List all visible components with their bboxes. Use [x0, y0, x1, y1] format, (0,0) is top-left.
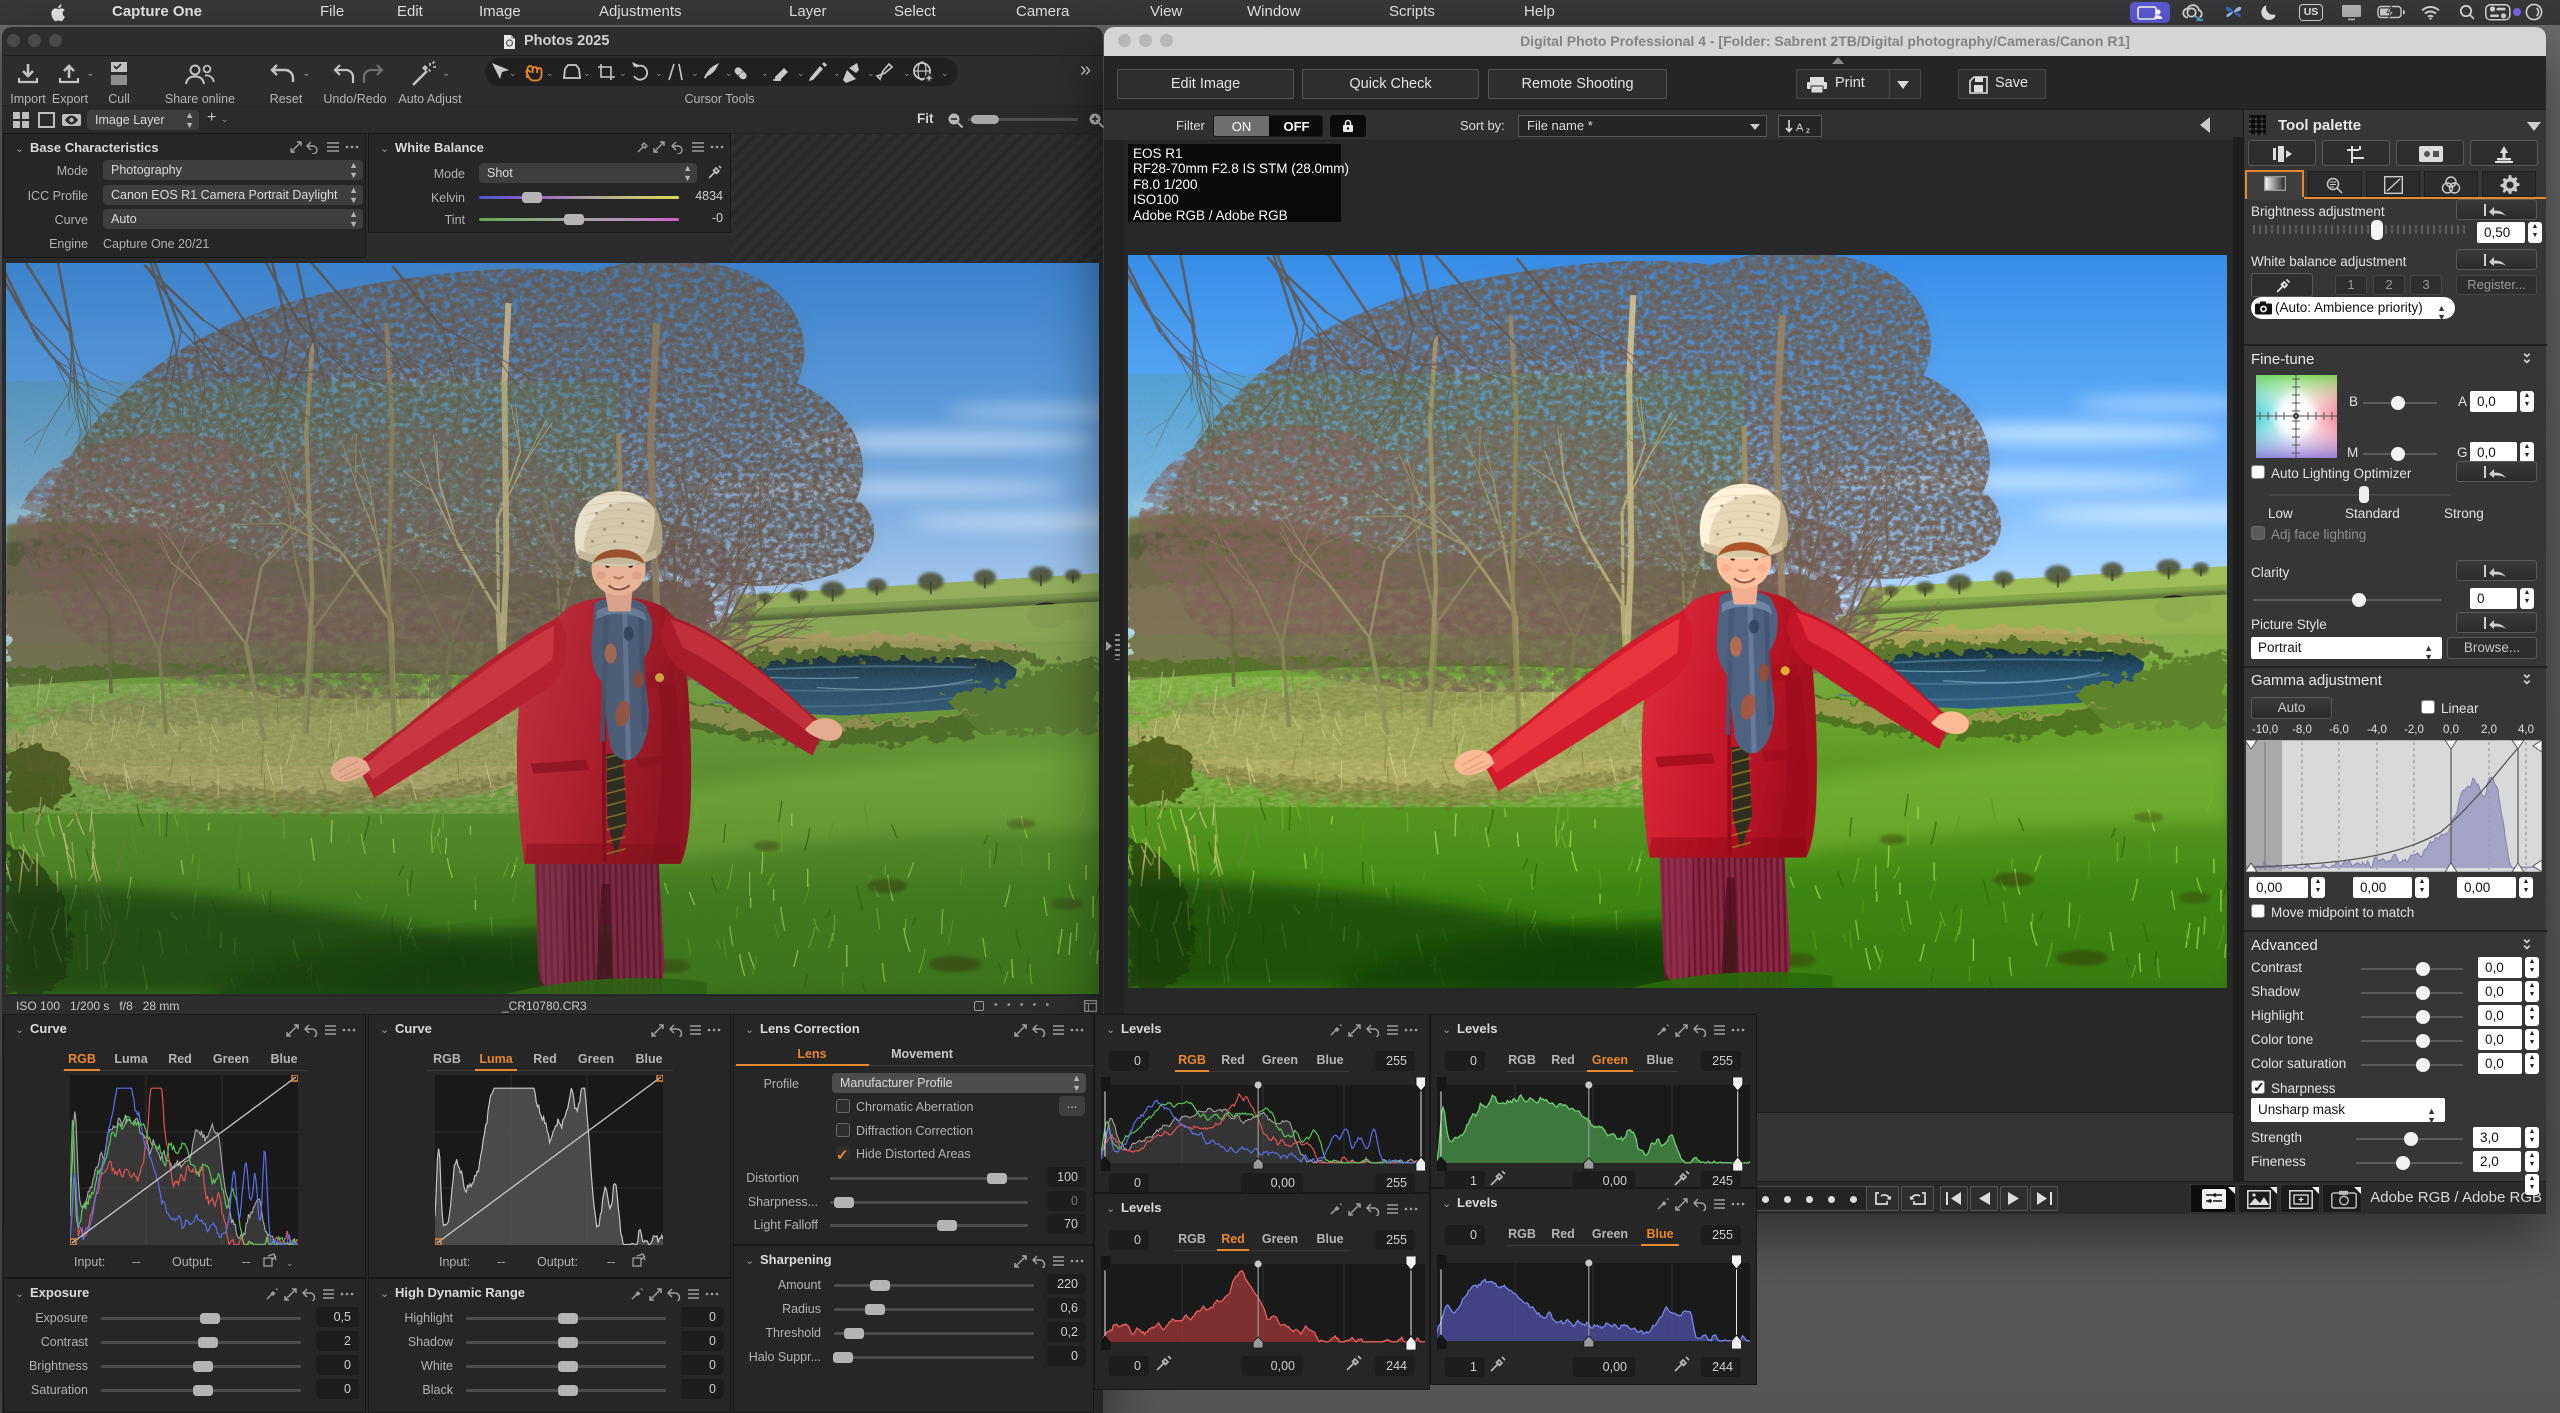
- svg-text:A: A: [1796, 122, 1804, 134]
- svg-text:⌄: ⌄: [903, 68, 911, 78]
- svg-text:z: z: [1806, 126, 1810, 135]
- svg-text:⌄: ⌄: [725, 68, 733, 78]
- svg-text:⌄: ⌄: [761, 68, 769, 78]
- svg-text:⌄: ⌄: [833, 68, 841, 78]
- svg-text:⌄: ⌄: [286, 1258, 294, 1268]
- svg-text:⌄: ⌄: [546, 68, 554, 78]
- svg-text:⌄: ⌄: [797, 68, 805, 78]
- svg-text:⌄: ⌄: [867, 68, 875, 78]
- svg-text:⌄: ⌄: [691, 68, 699, 78]
- svg-text:⌄: ⌄: [509, 68, 517, 78]
- svg-text:⌄: ⌄: [655, 68, 663, 78]
- svg-text:⌄: ⌄: [619, 68, 627, 78]
- svg-text:⌄: ⌄: [583, 68, 591, 78]
- svg-text:⌄: ⌄: [941, 68, 949, 78]
